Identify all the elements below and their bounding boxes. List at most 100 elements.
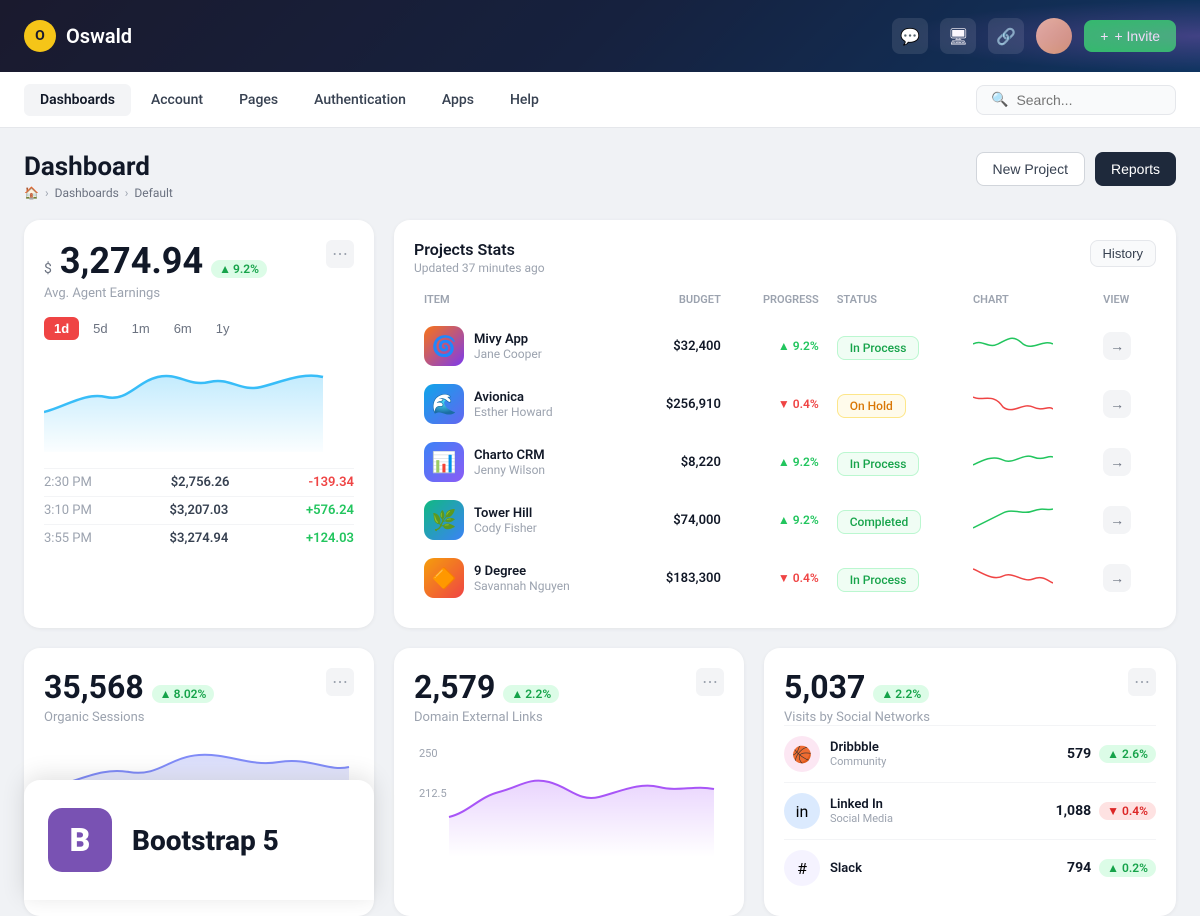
user-avatar[interactable] [1036,18,1072,54]
projects-subtitle: Updated 37 minutes ago [414,261,545,275]
mini-chart [973,445,1053,475]
social-subtitle: Visits by Social Networks [784,710,930,725]
social-row-slack: # Slack 794 ▲ 0.2% [784,839,1156,896]
project-icon: 🌀 [424,326,464,366]
sessions-badge: ▲ 8.02% [152,685,215,703]
earnings-card: $ 3,274.94 ▲ 9.2% Avg. Agent Earnings ⋯ … [24,220,374,628]
svg-text:250: 250 [419,747,438,760]
search-input[interactable] [1016,92,1161,108]
breadcrumb-dashboards: Dashboards [55,186,119,200]
table-row: 🌊 AvionicaEsther Howard $256,910 ▼ 0.4% … [416,376,1154,432]
status-badge: Completed [837,510,922,534]
col-chart: CHART [965,293,1093,316]
dribbble-icon: 🏀 [784,736,820,772]
social-row-dribbble: 🏀 DribbbleCommunity 579 ▲ 2.6% [784,725,1156,782]
col-item: ITEM [416,293,632,316]
nav-item-help[interactable]: Help [494,84,555,116]
svg-text:212.5: 212.5 [419,787,447,800]
data-rows: 2:30 PM $2,756.26 -139.34 3:10 PM $3,207… [44,468,354,552]
sessions-header: 35,568 ▲ 8.02% Organic Sessions [44,668,214,725]
domain-badge: ▲ 2.2% [503,685,559,703]
status-badge: In Process [837,452,920,476]
cards-row-1: $ 3,274.94 ▲ 9.2% Avg. Agent Earnings ⋯ … [24,220,1176,628]
status-badge: In Process [837,336,920,360]
earnings-header: $ 3,274.94 ▲ 9.2% Avg. Agent Earnings [44,240,267,301]
project-icon: 🌿 [424,500,464,540]
projects-table: ITEM BUDGET PROGRESS STATUS CHART VIEW 🌀 [414,291,1156,608]
header-actions: New Project Reports [976,152,1177,186]
reports-button[interactable]: Reports [1095,152,1176,186]
nav-item-authentication[interactable]: Authentication [298,84,422,116]
view-button[interactable]: → [1103,390,1131,418]
status-badge: On Hold [837,394,906,418]
nav-item-apps[interactable]: Apps [426,84,490,116]
projects-title-area: Projects Stats Updated 37 minutes ago [414,240,545,275]
search-bar[interactable]: 🔍 [976,85,1176,115]
new-project-button[interactable]: New Project [976,152,1085,186]
bootstrap-overlay: B Bootstrap 5 [24,780,374,900]
logo-icon: O [24,20,56,52]
projects-title: Projects Stats [414,240,545,259]
time-filter-1y[interactable]: 1y [206,317,240,340]
breadcrumb: 🏠 › Dashboards › Default [24,186,173,200]
domain-header: 2,579 ▲ 2.2% Domain External Links [414,668,559,725]
earnings-chart [44,352,354,452]
data-row: 2:30 PM $2,756.26 -139.34 [44,468,354,496]
time-filter-5d[interactable]: 5d [83,317,117,340]
topbar-icon-share[interactable]: 🔗 [988,18,1024,54]
sessions-count: 35,568 [44,668,144,706]
bootstrap-text: Bootstrap 5 [132,824,279,857]
time-filter-6m[interactable]: 6m [164,317,202,340]
topbar-icon-screen[interactable]: 🖥 [940,18,976,54]
top-navbar: O Oswald 💬 🖥 🔗 + + Invite [0,0,1200,72]
invite-label: + Invite [1114,28,1160,44]
app-name: Oswald [66,24,132,48]
project-icon: 🌊 [424,384,464,424]
view-button[interactable]: → [1103,506,1131,534]
social-more-button[interactable]: ⋯ [1128,668,1156,696]
table-row: 📊 Charto CRMJenny Wilson $8,220 ▲ 9.2% I… [416,434,1154,490]
earnings-more-button[interactable]: ⋯ [326,240,354,268]
nav-item-account[interactable]: Account [135,84,219,116]
data-row: 3:55 PM $3,274.94 +124.03 [44,524,354,552]
project-budget: $32,400 [642,339,721,354]
data-row: 3:10 PM $3,207.03 +576.24 [44,496,354,524]
social-card: 5,037 ▲ 2.2% Visits by Social Networks ⋯… [764,648,1176,916]
project-progress: ▲ 9.2% [739,339,819,353]
table-row: 🔶 9 DegreeSavannah Nguyen $183,300 ▼ 0.4… [416,550,1154,606]
nav-item-dashboards[interactable]: Dashboards [24,84,131,116]
currency-symbol: $ [44,261,52,277]
search-icon: 🔍 [991,92,1008,108]
invite-icon: + [1100,28,1108,44]
domain-count: 2,579 [414,668,495,706]
projects-card: Projects Stats Updated 37 minutes ago Hi… [394,220,1176,628]
status-badge: In Process [837,568,920,592]
page-header: Dashboard 🏠 › Dashboards › Default New P… [24,152,1176,200]
view-button[interactable]: → [1103,332,1131,360]
header-left: Dashboard 🏠 › Dashboards › Default [24,152,173,200]
col-view: VIEW [1095,293,1154,316]
earnings-amount: 3,274.94 [60,240,203,282]
topbar-icon-chat[interactable]: 💬 [892,18,928,54]
slack-icon: # [784,850,820,886]
view-button[interactable]: → [1103,564,1131,592]
project-item-cell: 🌀 Mivy AppJane Cooper [416,318,632,374]
invite-button[interactable]: + + Invite [1084,20,1176,52]
mini-chart [973,329,1053,359]
view-button[interactable]: → [1103,448,1131,476]
nav-items: Dashboards Account Pages Authentication … [24,84,555,116]
project-icon: 🔶 [424,558,464,598]
nav-item-pages[interactable]: Pages [223,84,294,116]
table-row: 🌿 Tower HillCody Fisher $74,000 ▲ 9.2% C… [416,492,1154,548]
time-filter-1d[interactable]: 1d [44,317,79,340]
domain-more-button[interactable]: ⋯ [696,668,724,696]
time-filters: 1d 5d 1m 6m 1y [44,317,354,340]
earnings-subtitle: Avg. Agent Earnings [44,286,267,301]
social-row-linkedin: in Linked InSocial Media 1,088 ▼ 0.4% [784,782,1156,839]
history-button[interactable]: History [1090,240,1156,267]
mini-chart [973,561,1053,591]
earnings-badge: ▲ 9.2% [211,260,267,278]
sessions-more-button[interactable]: ⋯ [326,668,354,696]
mini-chart [973,503,1053,533]
time-filter-1m[interactable]: 1m [122,317,160,340]
